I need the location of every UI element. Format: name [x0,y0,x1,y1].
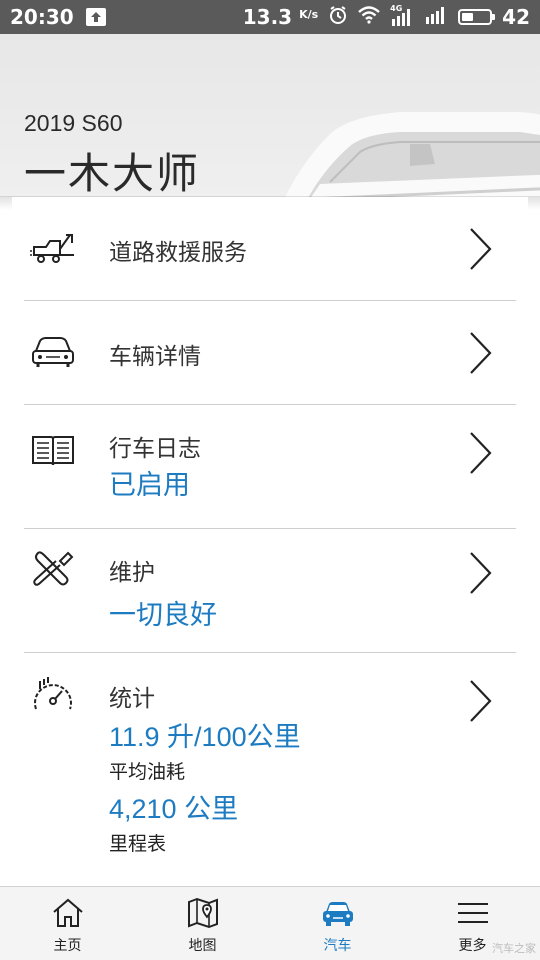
vehicle-menu-card: 道路救援服务 车辆详情 行车日志 已启用 维护 一切良好 统计 11.9 升/1… [12,197,528,886]
tab-home[interactable]: 主页 [0,887,135,960]
odometer-caption: 里程表 [109,833,167,855]
car-name: 一木大师 [24,149,201,197]
upload-icon [85,8,106,26]
chevron-right-icon [470,228,492,270]
tab-car[interactable]: 汽车 [270,887,405,960]
fuel-consumption-value: 11.9 升/100公里 [109,722,301,752]
tab-more-label: 更多 [458,938,487,954]
wifi-icon [358,5,380,29]
menu-item-maintenance[interactable]: 维护 一切良好 [24,529,516,652]
fuel-consumption-caption: 平均油耗 [109,761,186,783]
menu-icon [457,903,488,923]
menu-item-statistics[interactable]: 统计 11.9 升/100公里 平均油耗 4,210 公里 里程表 [24,653,516,885]
drive-log-status: 已启用 [109,470,190,500]
alarm-icon [328,5,348,30]
book-icon [32,436,74,466]
menu-item-drive-log[interactable]: 行车日志 已启用 [24,405,516,528]
gauge-icon [34,677,72,710]
chevron-right-icon [470,432,492,474]
menu-item-vehicle-details[interactable]: 车辆详情 [24,301,516,404]
chevron-right-icon [470,552,492,594]
watermark: 汽车之家 [492,942,536,955]
tab-map[interactable]: 地图 [135,887,270,960]
odometer-value: 4,210 公里 [109,794,239,824]
home-icon [52,898,83,927]
battery-percent: 42 [502,5,530,29]
statistics-label: 统计 [109,686,155,712]
roadside-assistance-label: 道路救援服务 [109,240,247,266]
menu-item-roadside-assistance[interactable]: 道路救援服务 [24,197,516,300]
chevron-right-icon [470,680,492,722]
tow-truck-icon [30,234,74,263]
cellular-4g-icon: 4G [390,4,414,27]
model-year: 2019 S60 [24,110,123,136]
bottom-navigation: 主页 地图 汽车 更多 [0,886,540,960]
tab-car-label: 汽车 [323,938,352,954]
tab-home-label: 主页 [53,938,82,954]
status-bar: 20:30 13.3 K/s 4G 42 [0,0,540,34]
vehicle-header: 2019 S60 一木大师 [0,34,540,197]
battery-icon [458,9,496,25]
tab-map-label: 地图 [188,938,217,954]
vehicle-details-label: 车辆详情 [109,344,201,370]
car-image [285,112,540,197]
status-time: 20:30 [10,5,74,29]
network-speed: 13.3 K/s [242,5,319,29]
maintenance-status: 一切良好 [109,600,217,630]
map-icon [187,897,218,929]
chevron-right-icon [470,332,492,374]
cellular-signal-icon [424,5,448,30]
drive-log-label: 行车日志 [109,436,201,462]
wrench-screwdriver-icon [33,551,74,586]
car-front-icon [32,337,74,367]
maintenance-label: 维护 [109,560,155,586]
car-icon [322,902,353,926]
